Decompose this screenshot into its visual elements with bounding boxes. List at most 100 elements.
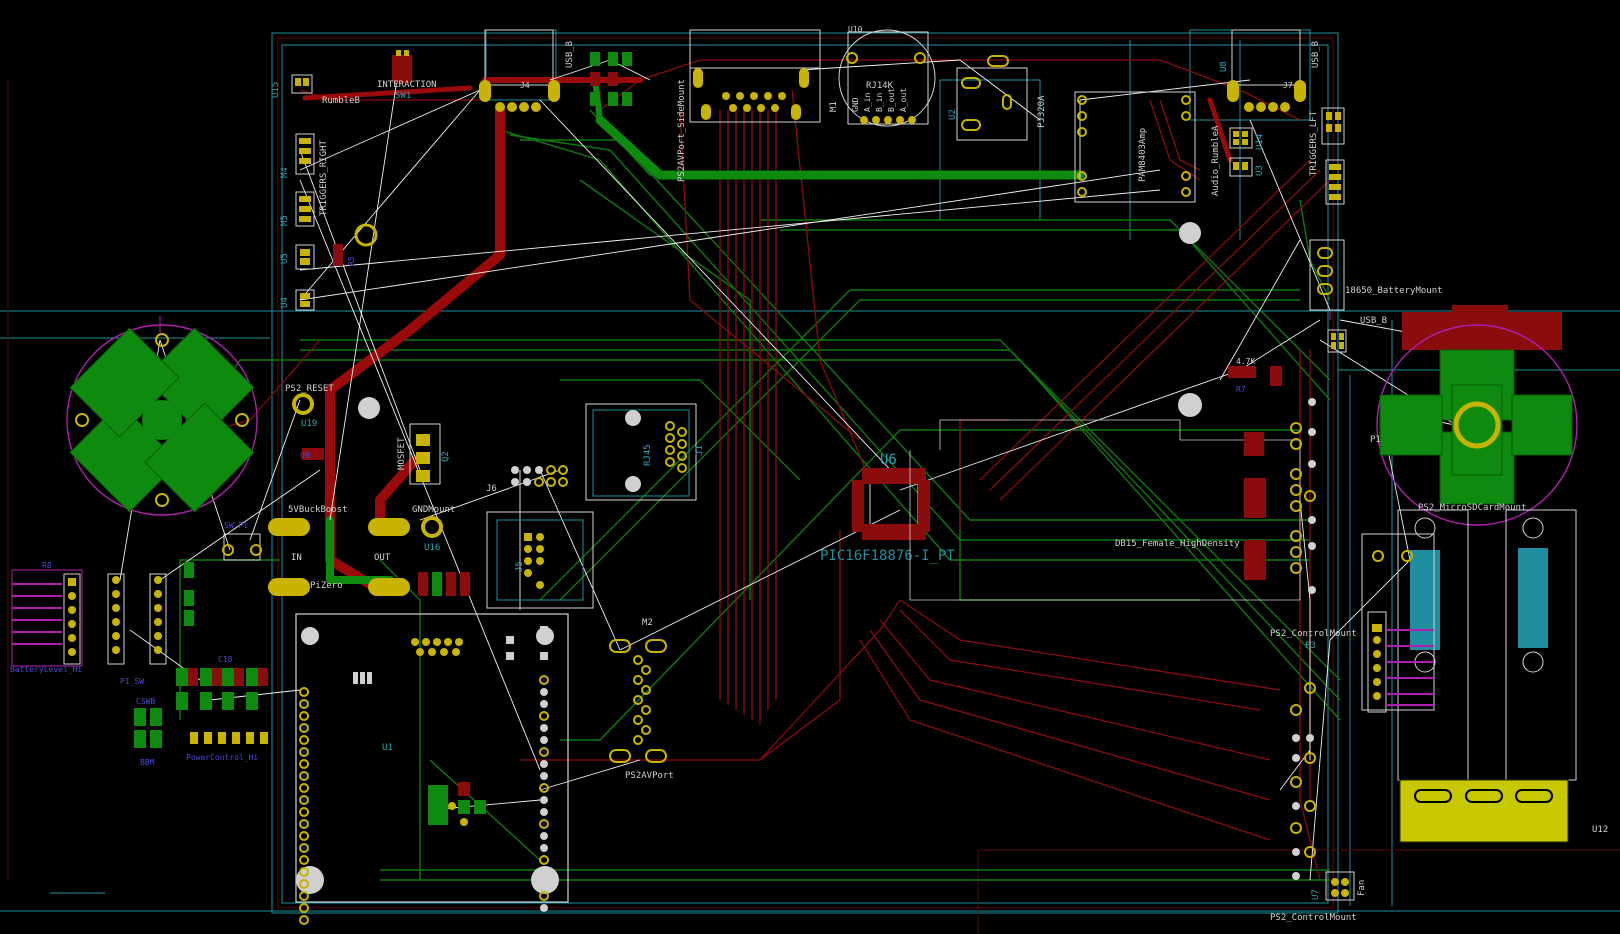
ic-u6-ref: U6 (880, 452, 897, 468)
usb-b-right-label: USB_B (1311, 41, 1321, 68)
power-switch-right[interactable]: P1 PS2_MicroSDCardMount (1370, 305, 1578, 526)
pi-header-pin (540, 760, 548, 768)
pi-header-pin (299, 831, 309, 841)
pi-header-pin (539, 855, 549, 865)
micro-sd-label: PS2_MicroSDCardMount (1418, 503, 1526, 513)
ps2av-label: PS2AVPort (625, 771, 674, 781)
sw-pi-label: SW_Pi (224, 521, 248, 530)
pcb-board[interactable]: INTERACTION SW1 RumbleB U15 USB_B J4 PS2… (0, 0, 1620, 934)
u8-ref: U8 (1219, 61, 1229, 72)
ps2-control-1-label: PS2_ControlMount (1270, 629, 1357, 639)
usb-b-top-label: USB_B (565, 41, 575, 68)
q2-ref: Q2 (441, 451, 451, 462)
m5-ref: M5 (280, 215, 290, 226)
power-ctrl-label: PowerControl_Hi (186, 753, 258, 762)
triggers-left[interactable]: TRIGGERS_LFT (1309, 107, 1345, 205)
mosfet-label: MOSFET (397, 437, 407, 470)
u16-ref: U16 (424, 543, 440, 553)
u10-ref: U10 (848, 25, 863, 34)
front-copper-traces (179, 59, 1331, 881)
db15-label: DB15_Female_HighDensity (1115, 539, 1240, 549)
j5-connector[interactable]: J5 (486, 511, 594, 609)
battery-holders: U12 (1397, 509, 1608, 843)
rumble-b-label: RumbleB (322, 96, 360, 106)
pic-microcontroller[interactable]: U6 PIC16F18876-I_PT (820, 452, 955, 564)
batt-lvl-label: BatteryLevel_Hi (10, 665, 82, 674)
j1-ref: J1 (695, 445, 705, 456)
pi-header-pin (540, 904, 548, 912)
buck-label: 5VBuckBoost (288, 505, 348, 515)
r7-resistor[interactable]: 4.7K R7 (1228, 357, 1282, 394)
pi-header-pin (299, 843, 309, 853)
pi-header-pin (540, 808, 548, 816)
triggers-right[interactable]: TRIGGERS_RIGHT M4 M5 (280, 133, 329, 227)
pi-header-pin (299, 699, 309, 709)
pi-header-pin (540, 724, 548, 732)
svg-text:GND: GND (851, 97, 860, 112)
ps2av-port[interactable]: M2 PS2AVPort (609, 618, 674, 781)
j4-ref: J4 (520, 81, 530, 90)
pi-header-pin (539, 711, 549, 721)
audio-rumble-a[interactable]: Audio_RumbleA U14 U3 (1211, 125, 1265, 196)
rumble-b-connector[interactable]: RumbleB U15 (271, 74, 360, 106)
p1-ref: P1 (1370, 435, 1381, 445)
ps2-control-2-label: PS2_ControlMount (1270, 913, 1357, 923)
ps2av-side-label: PS2AVPort_SideMount (677, 79, 687, 182)
r7-value: 4.7K (1236, 357, 1255, 366)
pi-header-pin (539, 747, 549, 757)
r5-ref: R5 (347, 256, 356, 266)
ic-part-label: PIC16F18876-I_PT (820, 548, 955, 564)
usb-b-mid-label: USB_B (1360, 316, 1387, 326)
pi-header-pin (299, 711, 309, 721)
u5-ref: U5 (280, 253, 290, 264)
m2-ref: M2 (642, 618, 653, 628)
pi-header-pin (540, 868, 548, 876)
u12-ref: U12 (1592, 825, 1608, 835)
pi-header-pin (539, 819, 549, 829)
interaction-label: INTERACTION (377, 80, 437, 90)
usb-b-right[interactable]: USB_B J7 U8 (1219, 29, 1321, 112)
in-label: IN (291, 553, 302, 563)
db15-connector[interactable]: DB15_Female_HighDensity (909, 393, 1316, 601)
gnd-mount-label: GNDMount (412, 505, 455, 515)
rj14k-connector[interactable]: U10 RJ14K M1 GND A_in B_in B_out A_out (829, 25, 936, 127)
pi-header-pin (299, 747, 309, 757)
u7-ref: U7 (1311, 889, 1321, 900)
pi-header-pin (299, 687, 309, 697)
pi-sw-label: PI_SW (120, 677, 144, 686)
pi-header-pin (540, 844, 548, 852)
audio-rumble-label: Audio_RumbleA (1211, 125, 1221, 196)
u3-ref: U3 (1255, 165, 1265, 176)
pj320a-jack[interactable]: PJ320A U2 (948, 55, 1047, 141)
u4-ref: U4 (280, 297, 290, 308)
pi-header-pin (540, 700, 548, 708)
pj320a-label: PJ320A (1037, 95, 1047, 128)
sw1-ref: SW1 (395, 91, 411, 101)
triggers-left-label: TRIGGERS_LFT (1309, 110, 1319, 176)
pi-header-pin (540, 688, 548, 696)
cswb-label: CSWB (136, 697, 155, 706)
c18-ref: C18 (218, 655, 233, 664)
pi-header-pin (539, 675, 549, 685)
u19-ref: U19 (301, 419, 317, 429)
pi-header-pin (299, 855, 309, 865)
pi-header-pin (540, 736, 548, 744)
m4-ref: M4 (280, 167, 290, 178)
svg-text:A_in: A_in (863, 93, 872, 112)
svg-text:B_in: B_in (875, 93, 884, 112)
pi-header-pin (299, 819, 309, 829)
fan-label: Fan (1357, 880, 1367, 896)
pi-header-pin (540, 880, 548, 888)
pi-header-pin (299, 891, 309, 901)
bbm-label: BBM (140, 758, 155, 767)
pi-zero-footprint[interactable]: U1 (295, 613, 569, 925)
j6-header[interactable]: J6 (486, 465, 568, 494)
out-label: OUT (374, 553, 391, 563)
rj45-ref: RJ45 (643, 444, 653, 466)
pi-header-pin (299, 915, 309, 925)
board-outline (0, 29, 1620, 914)
j7-ref: J7 (1283, 81, 1293, 90)
r8-ref: R8 (42, 561, 52, 570)
pizero-label: PiZero (310, 581, 343, 591)
pi-header-pin (299, 759, 309, 769)
